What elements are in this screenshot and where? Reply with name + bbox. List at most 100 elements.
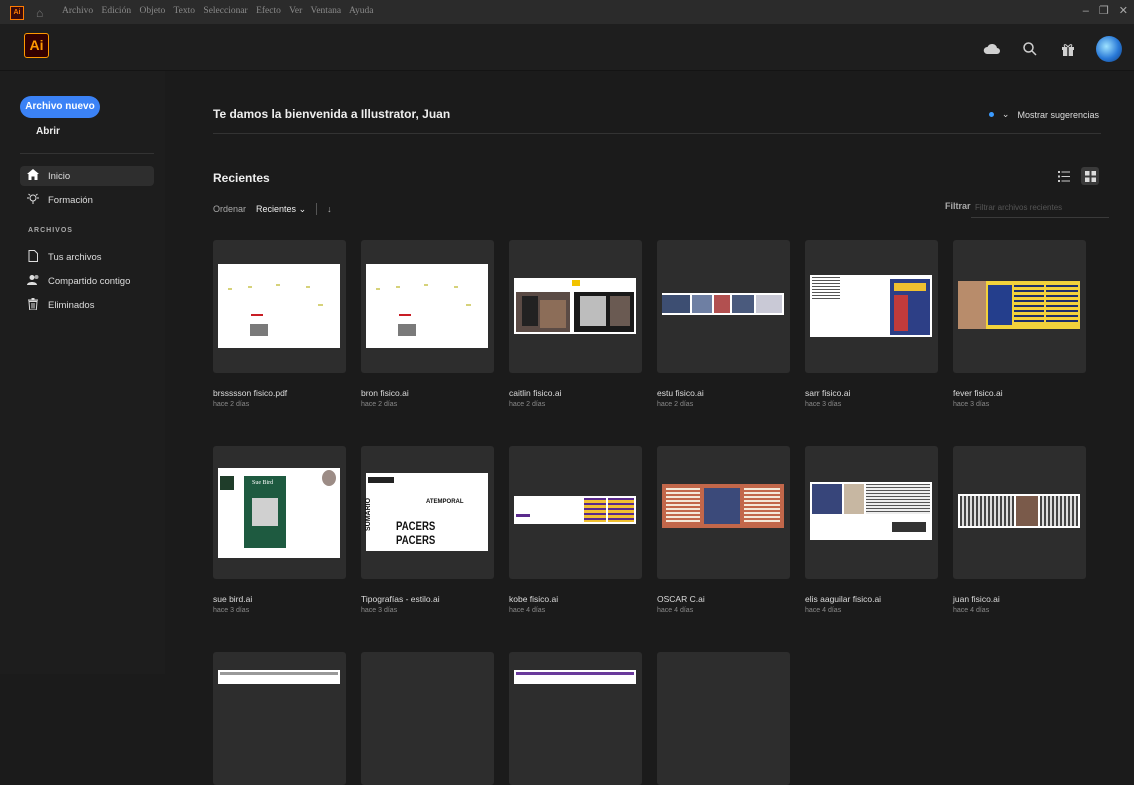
file-date: hace 4 días bbox=[509, 607, 546, 614]
sort-label: Ordenar bbox=[213, 204, 247, 214]
window-controls: – ❐ ✕ bbox=[1073, 4, 1128, 17]
trash-icon bbox=[26, 297, 40, 313]
file-card[interactable]: sarr fisico.ai hace 3 días bbox=[805, 240, 938, 408]
file-name: sue bird.ai bbox=[213, 594, 253, 604]
sidebar-item-label: Formación bbox=[48, 194, 93, 206]
chevron-down-icon: ⌄ bbox=[1001, 109, 1010, 119]
file-date: hace 2 días bbox=[509, 401, 546, 408]
menu-archivo[interactable]: Archivo bbox=[62, 6, 93, 16]
file-thumbnail[interactable] bbox=[953, 240, 1086, 373]
file-thumbnail[interactable] bbox=[213, 240, 346, 373]
thumb-text-pacers-2: PACERS bbox=[396, 533, 436, 547]
file-date: hace 4 días bbox=[953, 607, 990, 614]
file-name: juan fisico.ai bbox=[953, 594, 1000, 604]
sidebar-item-label: Eliminados bbox=[48, 299, 95, 311]
thumb-text-pacers-1: PACERS bbox=[396, 519, 436, 533]
file-thumbnail[interactable] bbox=[361, 240, 494, 373]
minimize-icon[interactable]: – bbox=[1083, 5, 1089, 17]
recent-title: Recientes bbox=[213, 171, 270, 185]
file-card[interactable] bbox=[361, 652, 494, 785]
thumb-text-atemporal: ATEMPORAL bbox=[426, 499, 464, 505]
lightbulb-icon bbox=[26, 193, 40, 208]
file-card[interactable]: estu fisico.ai hace 2 días bbox=[657, 240, 790, 408]
file-card[interactable]: bron fisico.ai hace 2 días bbox=[361, 240, 494, 408]
sort-dropdown[interactable]: Recientes ⌄ bbox=[256, 204, 306, 215]
sidebar-divider bbox=[20, 153, 154, 154]
file-date: hace 2 días bbox=[361, 401, 398, 408]
file-card[interactable]: fever fisico.ai hace 3 días bbox=[953, 240, 1086, 408]
file-card[interactable]: Sue Bird sue bird.ai hace 3 días bbox=[213, 446, 346, 614]
file-date: hace 4 días bbox=[805, 607, 842, 614]
suggestions-toggle[interactable]: ⌄ Mostrar sugerencias bbox=[988, 109, 1099, 120]
file-thumbnail[interactable] bbox=[509, 652, 642, 785]
file-thumbnail[interactable] bbox=[509, 240, 642, 373]
file-date: hace 3 días bbox=[805, 401, 842, 408]
file-thumbnail[interactable] bbox=[657, 652, 790, 785]
file-card[interactable]: kobe fisico.ai hace 4 días bbox=[509, 446, 642, 614]
file-card[interactable]: elis aaguilar fisico.ai hace 4 días bbox=[805, 446, 938, 614]
filter-input[interactable] bbox=[971, 197, 1109, 218]
sidebar-item-tus-archivos[interactable]: Tus archivos bbox=[20, 247, 154, 267]
search-icon[interactable] bbox=[1020, 39, 1040, 59]
file-name: elis aaguilar fisico.ai bbox=[805, 594, 882, 604]
file-card[interactable] bbox=[213, 652, 346, 785]
sidebar-item-formacion[interactable]: Formación bbox=[20, 190, 154, 210]
file-thumbnail[interactable] bbox=[657, 240, 790, 373]
suggestions-label: Mostrar sugerencias bbox=[1017, 109, 1099, 120]
sidebar-item-label: Inicio bbox=[48, 170, 71, 182]
grid-view-icon[interactable] bbox=[1081, 167, 1099, 185]
file-name: kobe fisico.ai bbox=[509, 594, 559, 604]
file-thumbnail[interactable] bbox=[805, 446, 938, 579]
file-card[interactable]: OSCAR C.ai hace 4 días bbox=[657, 446, 790, 614]
app-icon: Ai bbox=[10, 6, 24, 20]
file-thumbnail[interactable] bbox=[657, 446, 790, 579]
file-date: hace 3 días bbox=[213, 607, 250, 614]
file-thumbnail[interactable] bbox=[213, 652, 346, 785]
close-icon[interactable]: ✕ bbox=[1119, 5, 1128, 17]
thumb-text-sumario: SUMARIO bbox=[365, 497, 373, 532]
menu-ventana[interactable]: Ventana bbox=[311, 6, 342, 16]
restore-icon[interactable]: ❐ bbox=[1099, 5, 1109, 17]
menu-ver[interactable]: Ver bbox=[289, 6, 302, 16]
file-card[interactable] bbox=[657, 652, 790, 785]
file-thumbnail[interactable]: SUMARIO ATEMPORAL PACERS PACERS bbox=[361, 446, 494, 579]
file-card[interactable] bbox=[509, 652, 642, 785]
menu-texto[interactable]: Texto bbox=[174, 6, 196, 16]
new-file-button[interactable]: Archivo nuevo bbox=[20, 96, 100, 118]
menu-edicion[interactable]: Edición bbox=[102, 6, 132, 16]
file-name: Tipografías - estilo.ai bbox=[361, 594, 440, 604]
files-section-label: ARCHIVOS bbox=[28, 227, 73, 234]
file-name: OSCAR C.ai bbox=[657, 594, 705, 604]
file-thumbnail[interactable] bbox=[953, 446, 1086, 579]
menu-objeto[interactable]: Objeto bbox=[139, 6, 165, 16]
file-name: bron fisico.ai bbox=[361, 388, 409, 398]
sidebar-item-eliminados[interactable]: Eliminados bbox=[20, 295, 154, 315]
file-card[interactable]: juan fisico.ai hace 4 días bbox=[953, 446, 1086, 614]
notification-dot bbox=[988, 112, 994, 117]
file-thumbnail[interactable] bbox=[509, 446, 642, 579]
header-icons bbox=[982, 36, 1122, 62]
home-icon[interactable]: ⌂ bbox=[36, 6, 43, 20]
open-button[interactable]: Abrir bbox=[36, 126, 60, 137]
app-header: Ai bbox=[0, 24, 1134, 71]
menu-ayuda[interactable]: Ayuda bbox=[349, 6, 373, 16]
file-card[interactable]: SUMARIO ATEMPORAL PACERS PACERS Tipograf… bbox=[361, 446, 494, 614]
sidebar-item-compartido[interactable]: Compartido contigo bbox=[20, 271, 154, 291]
file-thumbnail[interactable]: Sue Bird bbox=[213, 446, 346, 579]
main-content: Te damos la bienvenida a Illustrator, Ju… bbox=[165, 71, 1134, 785]
menu-efecto[interactable]: Efecto bbox=[256, 6, 281, 16]
file-thumbnail[interactable] bbox=[361, 652, 494, 785]
user-avatar[interactable] bbox=[1096, 36, 1122, 62]
sort-direction-icon[interactable]: ↓ bbox=[327, 204, 332, 214]
file-thumbnail[interactable] bbox=[805, 240, 938, 373]
menu-seleccionar[interactable]: Seleccionar bbox=[203, 6, 247, 16]
sidebar-item-label: Compartido contigo bbox=[48, 275, 131, 287]
illustrator-logo: Ai bbox=[24, 33, 49, 58]
cloud-icon[interactable] bbox=[982, 39, 1002, 59]
sort-bar: Ordenar Recientes ⌄ ↓ bbox=[213, 203, 332, 215]
gift-icon[interactable] bbox=[1058, 39, 1078, 59]
list-view-icon[interactable] bbox=[1055, 167, 1073, 185]
file-card[interactable]: caitlin fisico.ai hace 2 días bbox=[509, 240, 642, 408]
file-card[interactable]: brssssson fisico.pdf hace 2 días bbox=[213, 240, 346, 408]
sidebar-item-inicio[interactable]: Inicio bbox=[20, 166, 154, 186]
